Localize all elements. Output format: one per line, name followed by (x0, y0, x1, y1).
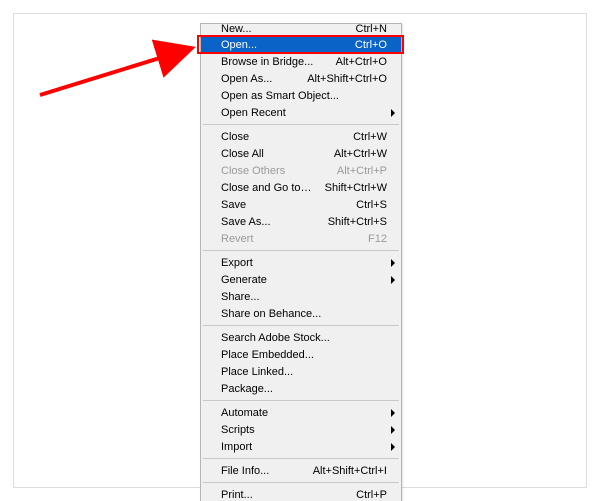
menu-item-label: Open Recent (221, 107, 387, 119)
menu-item-revert: Revert F12 (201, 230, 401, 247)
menu-item-label: Automate (221, 407, 387, 419)
menu-item-shortcut: Ctrl+S (356, 199, 387, 211)
menu-item-package[interactable]: Package... (201, 380, 401, 397)
menu-item-new[interactable]: New... Ctrl+N (201, 24, 401, 36)
menu-item-label: Close and Go to Bridge... (221, 182, 313, 194)
menu-item-file-info[interactable]: File Info... Alt+Shift+Ctrl+I (201, 462, 401, 479)
chevron-right-icon (391, 409, 395, 417)
menu-item-close-and-go-to-bridge[interactable]: Close and Go to Bridge... Shift+Ctrl+W (201, 179, 401, 196)
menu-item-shortcut: Shift+Ctrl+S (328, 216, 387, 228)
menu-item-place-linked[interactable]: Place Linked... (201, 363, 401, 380)
menu-item-label: File Info... (221, 465, 301, 477)
menu-item-import[interactable]: Import (201, 438, 401, 455)
menu-item-save-as[interactable]: Save As... Shift+Ctrl+S (201, 213, 401, 230)
menu-item-label: Open... (221, 39, 343, 51)
menu-item-shortcut: Ctrl+W (353, 131, 387, 143)
menu-item-shortcut: Alt+Ctrl+O (336, 56, 387, 68)
menu-item-shortcut: Alt+Ctrl+W (334, 148, 387, 160)
menu-item-label: Generate (221, 274, 387, 286)
menu-item-share[interactable]: Share... (201, 288, 401, 305)
menu-separator (203, 458, 399, 459)
menu-separator (203, 250, 399, 251)
menu-item-open-as-smart-object[interactable]: Open as Smart Object... (201, 87, 401, 104)
menu-item-label: Search Adobe Stock... (221, 332, 387, 344)
menu-item-export[interactable]: Export (201, 254, 401, 271)
menu-item-label: Place Embedded... (221, 349, 387, 361)
menu-item-label: New... (221, 23, 344, 35)
menu-item-print[interactable]: Print... Ctrl+P (201, 486, 401, 501)
menu-item-open[interactable]: Open... Ctrl+O (201, 36, 401, 53)
menu-item-search-adobe-stock[interactable]: Search Adobe Stock... (201, 329, 401, 346)
menu-item-label: Browse in Bridge... (221, 56, 324, 68)
chevron-right-icon (391, 259, 395, 267)
file-menu[interactable]: New... Ctrl+N Open... Ctrl+O Browse in Bridg… (200, 23, 402, 501)
chevron-right-icon (391, 426, 395, 434)
menu-separator (203, 400, 399, 401)
menu-item-label: Open as Smart Object... (221, 90, 387, 102)
menu-item-close[interactable]: Close Ctrl+W (201, 128, 401, 145)
menu-item-label: Scripts (221, 424, 387, 436)
menu-item-shortcut: Alt+Ctrl+P (337, 165, 387, 177)
menu-item-label: Package... (221, 383, 387, 395)
menu-item-label: Place Linked... (221, 366, 387, 378)
menu-item-share-on-behance[interactable]: Share on Behance... (201, 305, 401, 322)
menu-item-label: Import (221, 441, 387, 453)
menu-item-label: Export (221, 257, 387, 269)
menu-item-label: Open As... (221, 73, 295, 85)
menu-item-save[interactable]: Save Ctrl+S (201, 196, 401, 213)
menu-separator (203, 482, 399, 483)
menu-item-label: Share on Behance... (221, 308, 387, 320)
menu-item-shortcut: Shift+Ctrl+W (325, 182, 387, 194)
chevron-right-icon (391, 109, 395, 117)
menu-item-close-others: Close Others Alt+Ctrl+P (201, 162, 401, 179)
menu-item-label: Close Others (221, 165, 325, 177)
chevron-right-icon (391, 443, 395, 451)
menu-separator (203, 124, 399, 125)
menu-separator (203, 325, 399, 326)
menu-item-shortcut: Ctrl+O (355, 39, 387, 51)
menu-item-label: Close All (221, 148, 322, 160)
menu-item-shortcut: Ctrl+N (356, 23, 387, 35)
menu-item-label: Save (221, 199, 344, 211)
menu-item-shortcut: Alt+Shift+Ctrl+O (307, 73, 387, 85)
menu-item-close-all[interactable]: Close All Alt+Ctrl+W (201, 145, 401, 162)
menu-item-shortcut: F12 (368, 233, 387, 245)
menu-item-label: Save As... (221, 216, 316, 228)
menu-item-scripts[interactable]: Scripts (201, 421, 401, 438)
menu-item-place-embedded[interactable]: Place Embedded... (201, 346, 401, 363)
menu-item-automate[interactable]: Automate (201, 404, 401, 421)
menu-item-label: Share... (221, 291, 387, 303)
menu-item-shortcut: Ctrl+P (356, 489, 387, 501)
menu-item-shortcut: Alt+Shift+Ctrl+I (313, 465, 387, 477)
menu-item-browse-in-bridge[interactable]: Browse in Bridge... Alt+Ctrl+O (201, 53, 401, 70)
menu-item-open-recent[interactable]: Open Recent (201, 104, 401, 121)
menu-item-generate[interactable]: Generate (201, 271, 401, 288)
menu-item-label: Close (221, 131, 341, 143)
menu-item-label: Print... (221, 489, 344, 501)
menu-item-open-as[interactable]: Open As... Alt+Shift+Ctrl+O (201, 70, 401, 87)
chevron-right-icon (391, 276, 395, 284)
menu-item-label: Revert (221, 233, 356, 245)
